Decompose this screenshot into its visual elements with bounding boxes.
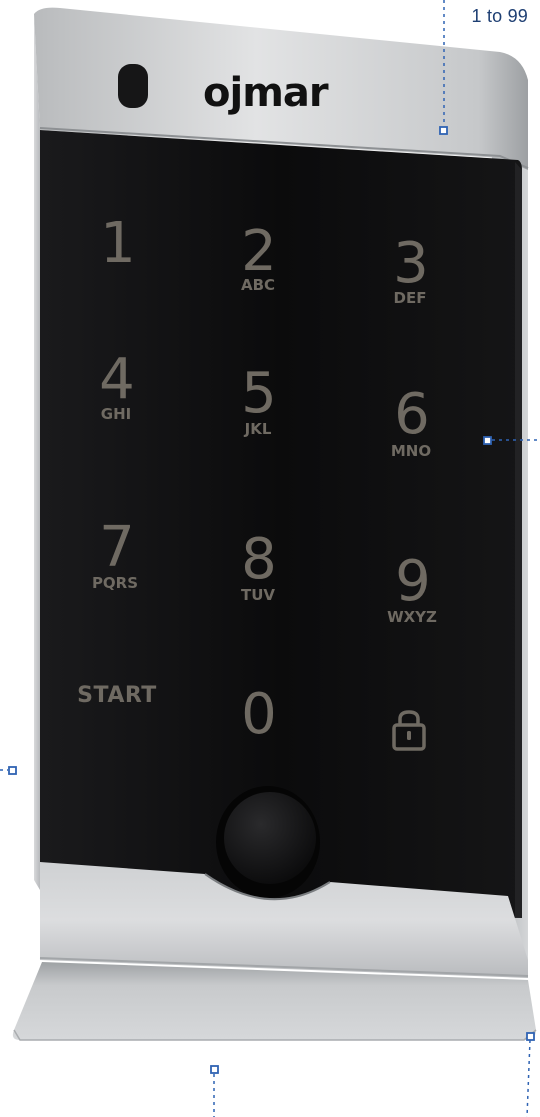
key-7[interactable]: 7 PQRS — [92, 515, 138, 592]
svg-text:5: 5 — [241, 361, 277, 426]
callout-bottom-right — [526, 1032, 535, 1117]
keypad-lock-illustration: ojmar 1 2 ABC 3 DEF 4 GHI 5 JKL 6 MNO 7 … — [0, 0, 540, 1117]
key-4[interactable]: 4 GHI — [99, 347, 135, 423]
svg-text:ABC: ABC — [241, 276, 275, 294]
key-3[interactable]: 3 DEF — [393, 231, 429, 307]
sensor-window — [118, 64, 148, 108]
key-1[interactable]: 1 — [100, 211, 136, 276]
svg-text:DEF: DEF — [394, 289, 427, 307]
svg-text:START: START — [77, 683, 157, 708]
svg-text:GHI: GHI — [101, 405, 131, 423]
svg-text:8: 8 — [241, 527, 277, 592]
svg-text:MNO: MNO — [391, 442, 431, 460]
key-9[interactable]: 9 WXYZ — [387, 549, 437, 626]
svg-text:TUV: TUV — [241, 586, 275, 604]
svg-text:2: 2 — [241, 219, 277, 284]
housing-left-side — [34, 14, 40, 890]
svg-text:9: 9 — [395, 549, 431, 614]
knob[interactable] — [224, 792, 316, 884]
key-8[interactable]: 8 TUV — [241, 527, 277, 604]
svg-text:0: 0 — [241, 682, 277, 747]
svg-text:3: 3 — [393, 231, 429, 296]
key-0[interactable]: 0 — [241, 682, 277, 747]
svg-text:4: 4 — [99, 347, 135, 412]
brand-logo: ojmar — [203, 70, 329, 116]
svg-text:6: 6 — [394, 382, 430, 447]
key-6[interactable]: 6 MNO — [391, 382, 431, 460]
key-start[interactable]: START — [77, 683, 157, 708]
svg-text:7: 7 — [99, 515, 135, 580]
svg-text:WXYZ: WXYZ — [387, 608, 437, 626]
svg-text:PQRS: PQRS — [92, 574, 138, 592]
svg-text:JKL: JKL — [244, 420, 272, 438]
callout-left — [0, 766, 17, 775]
key-2[interactable]: 2 ABC — [241, 219, 277, 294]
callout-bottom — [210, 1065, 219, 1117]
svg-text:1: 1 — [100, 211, 136, 276]
